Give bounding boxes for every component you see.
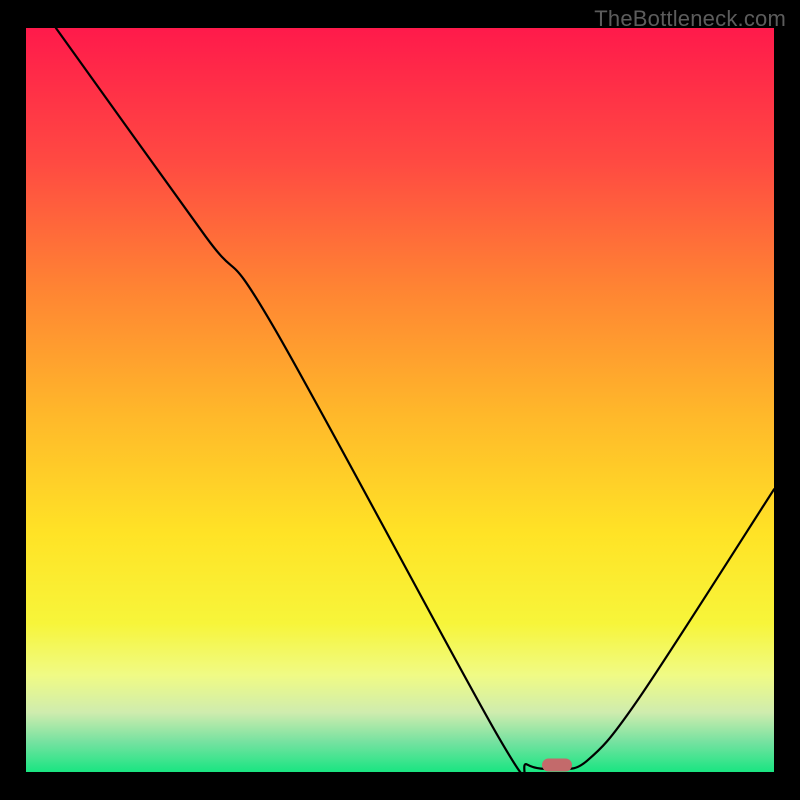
chart-frame: TheBottleneck.com <box>0 0 800 800</box>
gradient-rect <box>26 28 774 772</box>
plot-svg <box>26 28 774 772</box>
plot-area <box>26 28 774 772</box>
optimal-marker <box>542 758 572 771</box>
